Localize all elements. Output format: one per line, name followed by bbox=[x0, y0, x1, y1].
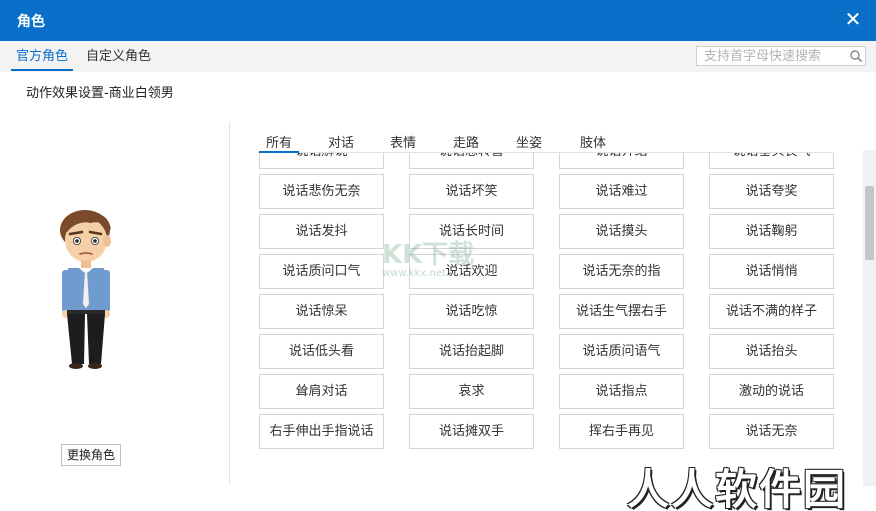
category-tab-sitting[interactable]: 坐姿 bbox=[516, 132, 542, 151]
action-button[interactable]: 说话夸奖 bbox=[709, 174, 834, 209]
action-button[interactable]: 说话质问口气 bbox=[259, 254, 384, 289]
category-tab-expression[interactable]: 表情 bbox=[390, 132, 416, 151]
category-tab-body[interactable]: 肢体 bbox=[580, 132, 606, 151]
action-button[interactable]: 说话惊呆 bbox=[259, 294, 384, 329]
action-button[interactable]: 说话抬头 bbox=[709, 334, 834, 369]
action-button[interactable]: 说话无奈的指 bbox=[559, 254, 684, 289]
action-button[interactable]: 说话垂头丧气 bbox=[709, 153, 834, 169]
action-button[interactable]: 哀求 bbox=[409, 374, 534, 409]
action-button[interactable]: 说话解说 bbox=[259, 153, 384, 169]
category-tab-dialogue[interactable]: 对话 bbox=[328, 132, 354, 151]
role-dialog: 角色 ✕ 官方角色 自定义角色 动作效果设置-商业白领男 bbox=[0, 0, 876, 511]
category-tabs: 所有 对话 表情 走路 坐姿 肢体 bbox=[258, 128, 834, 153]
search-input[interactable] bbox=[697, 47, 845, 65]
close-icon[interactable]: ✕ bbox=[842, 8, 864, 30]
action-button[interactable]: 说话摸头 bbox=[559, 214, 684, 249]
action-button[interactable]: 说话难过 bbox=[559, 174, 684, 209]
action-button[interactable]: 说话指点 bbox=[559, 374, 684, 409]
action-button[interactable]: 耸肩对话 bbox=[259, 374, 384, 409]
action-button[interactable]: 说话无奈 bbox=[709, 414, 834, 449]
search-icon[interactable] bbox=[849, 49, 863, 63]
action-button[interactable]: 说话不满的样子 bbox=[709, 294, 834, 329]
window-title: 角色 bbox=[17, 14, 45, 30]
action-button[interactable]: 挥右手再见 bbox=[559, 414, 684, 449]
panel-divider bbox=[229, 122, 230, 484]
action-button[interactable]: 说话悄悄 bbox=[709, 254, 834, 289]
action-button[interactable]: 说话长时间 bbox=[409, 214, 534, 249]
action-button[interactable]: 说话生气摆右手 bbox=[559, 294, 684, 329]
page-subtitle: 动作效果设置-商业白领男 bbox=[26, 86, 174, 101]
action-button[interactable]: 说话欢迎 bbox=[409, 254, 534, 289]
action-button[interactable]: 说话发抖 bbox=[259, 214, 384, 249]
businessman-avatar bbox=[60, 210, 111, 369]
action-button[interactable]: 说话质问语气 bbox=[559, 334, 684, 369]
tab-official-roles[interactable]: 官方角色 bbox=[10, 41, 74, 72]
action-button[interactable]: 右手伸出手指说话 bbox=[259, 414, 384, 449]
action-button[interactable]: 说话鞠躬 bbox=[709, 214, 834, 249]
vertical-scrollbar[interactable] bbox=[863, 150, 876, 486]
action-button[interactable]: 说话介绍 bbox=[559, 153, 684, 169]
title-bar: 角色 ✕ bbox=[0, 0, 876, 41]
action-button[interactable]: 说话坏笑 bbox=[409, 174, 534, 209]
category-tab-walk[interactable]: 走路 bbox=[453, 132, 479, 151]
action-button[interactable]: 说话悲转喜 bbox=[409, 153, 534, 169]
action-button[interactable]: 激动的说话 bbox=[709, 374, 834, 409]
action-button[interactable]: 说话低头看 bbox=[259, 334, 384, 369]
scrollbar-thumb[interactable] bbox=[865, 186, 874, 260]
action-button[interactable]: 说话抬起脚 bbox=[409, 334, 534, 369]
action-button[interactable]: 说话吃惊 bbox=[409, 294, 534, 329]
action-button[interactable]: 说话摊双手 bbox=[409, 414, 534, 449]
category-tab-all[interactable]: 所有 bbox=[258, 132, 300, 153]
action-button[interactable]: 说话悲伤无奈 bbox=[259, 174, 384, 209]
action-grid: 说话解说 说话悲转喜 说话介绍 说话垂头丧气说话悲伤无奈说话坏笑说话难过说话夸奖说话发… bbox=[259, 153, 849, 483]
change-role-button[interactable]: 更换角色 bbox=[61, 444, 121, 466]
tab-custom-roles[interactable]: 自定义角色 bbox=[86, 41, 151, 72]
search-box bbox=[696, 46, 866, 66]
